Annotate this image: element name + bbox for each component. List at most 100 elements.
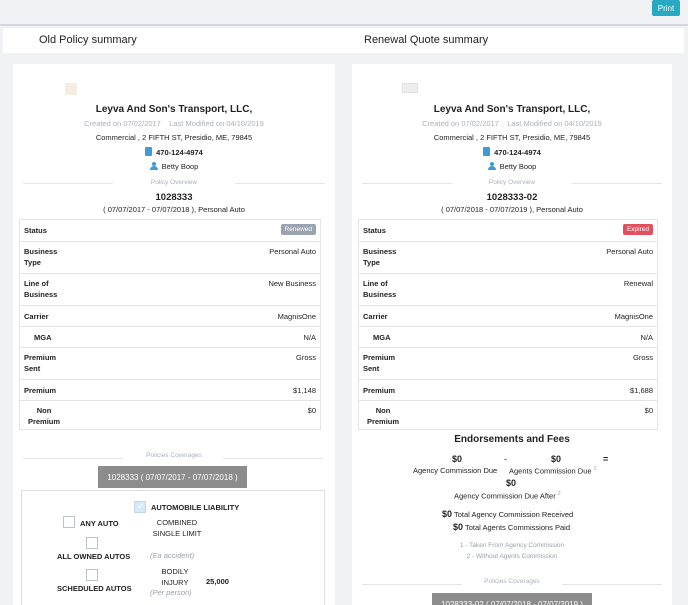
row-value: Gross xyxy=(632,353,653,362)
paid-line: $0 Total Agents Commissions Paid xyxy=(453,522,570,532)
table-row: Line of Business Renewal xyxy=(359,273,657,305)
row-value: Personal Auto xyxy=(269,247,316,256)
scheduled-autos-checkbox[interactable] xyxy=(86,569,98,581)
row-label: Line of Business xyxy=(363,279,397,299)
row-value: MagnisOne xyxy=(277,312,316,321)
row-label: Business Type xyxy=(363,247,397,267)
any-auto-label: ANY AUTO xyxy=(80,519,119,528)
policy-overview-label: Policy Overview xyxy=(488,179,536,186)
table-row: MGA N/A xyxy=(20,326,320,347)
agents-commission-due-text: Agents Commission Due xyxy=(509,466,592,476)
person-icon xyxy=(149,162,158,170)
footnote-1: 1 - Taken From Agency Commission xyxy=(459,542,565,549)
table-row: Premium Sent Gross xyxy=(20,347,320,379)
footnote-2: 2 - Without Agents Commission xyxy=(466,553,558,560)
auto-liability-checkbox[interactable] xyxy=(134,501,146,513)
agent-line: Betty Boop xyxy=(352,162,672,171)
row-label: Line of Business xyxy=(24,279,58,299)
old-policy-title: Old Policy summary xyxy=(39,34,137,46)
row-value: Personal Auto xyxy=(606,247,653,256)
coverage-period-tab[interactable]: 1028333-02 ( 07/07/2018 - 07/07/2019 ) xyxy=(432,593,592,605)
row-label: MGA xyxy=(34,333,52,342)
policy-details-table: Status Expired Business Type Personal Au… xyxy=(358,219,658,430)
company-address: Commercial , 2 FIFTH ST, Presidio, ME, 7… xyxy=(95,133,253,142)
phone-number[interactable]: 470-124-4974 xyxy=(494,148,541,157)
coverage-box: AUTOMOBILE LIABILITY ANY AUTO COMBINED S… xyxy=(21,490,325,605)
agent-line: Betty Boop xyxy=(13,162,335,171)
all-owned-autos-checkbox[interactable] xyxy=(86,537,98,549)
agents-commission-value: $0 xyxy=(551,454,562,464)
per-person-label: (Per person) xyxy=(150,588,192,597)
row-value: $1,148 xyxy=(293,386,316,395)
equals-sign: = xyxy=(603,454,609,464)
policy-term: ( 07/07/2017 - 07/07/2018 ), Personal Au… xyxy=(103,205,245,214)
paid-value: $0 xyxy=(453,522,464,532)
after-label-text: Agency Commission Due After xyxy=(454,491,556,501)
table-row: Premium Sent Gross xyxy=(359,347,657,379)
status-row: Status Expired xyxy=(359,220,657,241)
received-value: $0 xyxy=(442,509,453,519)
table-row: Non Premium $0 xyxy=(359,400,657,429)
auto-liability-label: AUTOMOBILE LIABILITY xyxy=(151,503,240,512)
created-modified: Created on 07/02/2017 Last Modified on 0… xyxy=(13,119,335,128)
row-value: $1,688 xyxy=(630,386,653,395)
row-value: N/A xyxy=(640,333,653,342)
status-badge: Renewed xyxy=(280,224,316,235)
modified-date: Last Modified on 04/10/2019 xyxy=(169,119,264,128)
ea-accident-label: (Ea accident) xyxy=(150,551,195,560)
company-logo xyxy=(65,83,77,95)
table-row: Line of Business New Business xyxy=(20,273,320,305)
paid-label: Total Agents Commissions Paid xyxy=(464,523,571,532)
print-button[interactable]: Print xyxy=(652,0,680,16)
any-auto-checkbox[interactable] xyxy=(63,516,75,528)
agent-name: Betty Boop xyxy=(161,162,199,171)
table-row: Premium $1,148 xyxy=(20,379,320,400)
combined-single-limit-label: COMBINED SINGLE LIMIT xyxy=(152,518,202,538)
row-value: Renewal xyxy=(623,279,653,288)
top-divider xyxy=(0,24,688,26)
table-row: Business Type Personal Auto xyxy=(20,241,320,273)
company-name: Leyva And Son's Transport, LLC, xyxy=(433,104,591,115)
created-date: Created on 07/02/2017 xyxy=(422,119,499,128)
status-label: Status xyxy=(363,226,386,235)
agent-name: Betty Boop xyxy=(499,162,537,171)
row-label: Carrier xyxy=(363,312,388,321)
company-logo xyxy=(402,83,418,93)
phone-icon xyxy=(483,147,491,156)
created-date: Created on 07/02/2017 xyxy=(84,119,161,128)
policy-number: 1028333 xyxy=(155,192,193,203)
coverages-label: Policies Coverages xyxy=(146,452,202,459)
policy-term: ( 07/07/2018 - 07/07/2019 ), Personal Au… xyxy=(441,205,583,214)
policy-overview-label: Policy Overview xyxy=(150,179,198,186)
modified-date: Last Modified on 04/10/2019 xyxy=(507,119,602,128)
row-value: New Business xyxy=(268,279,316,288)
company-name: Leyva And Son's Transport, LLC, xyxy=(95,104,253,115)
row-label: Non Premium xyxy=(27,406,61,426)
agency-commission-value: $0 xyxy=(452,454,463,464)
phone-icon xyxy=(145,147,153,156)
table-row: Premium $1,688 xyxy=(359,379,657,400)
renewal-quote-card: Leyva And Son's Transport, LLC, Created … xyxy=(352,64,672,605)
person-icon xyxy=(487,162,496,170)
row-label: Premium xyxy=(363,386,396,395)
bodily-injury-label: BODILY INJURY xyxy=(161,567,189,587)
coverage-period-tab[interactable]: 1028333 ( 07/07/2017 - 07/07/2018 ) xyxy=(98,466,247,488)
table-row: Non Premium $0 xyxy=(20,400,320,429)
old-policy-card: Leyva And Son's Transport, LLC, Created … xyxy=(13,64,335,605)
company-address: Commercial , 2 FIFTH ST, Presidio, ME, 7… xyxy=(433,133,591,142)
row-label: MGA xyxy=(373,333,391,342)
table-row: Business Type Personal Auto xyxy=(359,241,657,273)
endorsements-title: Endorsements and Fees xyxy=(454,434,570,445)
table-row: Carrier MagnisOne xyxy=(359,305,657,326)
renewal-quote-title: Renewal Quote summary xyxy=(364,34,489,46)
row-label: Business Type xyxy=(24,247,58,267)
footnote-marker: 1 xyxy=(593,466,597,472)
phone-number[interactable]: 470-124-4974 xyxy=(156,148,203,157)
agency-commission-after-label: Agency Commission Due After 2 xyxy=(454,491,561,501)
minus-sign: - xyxy=(504,454,507,464)
row-value: $0 xyxy=(644,406,653,415)
status-row: Status Renewed xyxy=(20,220,320,241)
row-label: Premium Sent xyxy=(24,353,57,373)
agency-commission-due-label: Agency Commission Due xyxy=(413,466,498,475)
row-value: MagnisOne xyxy=(614,312,653,321)
